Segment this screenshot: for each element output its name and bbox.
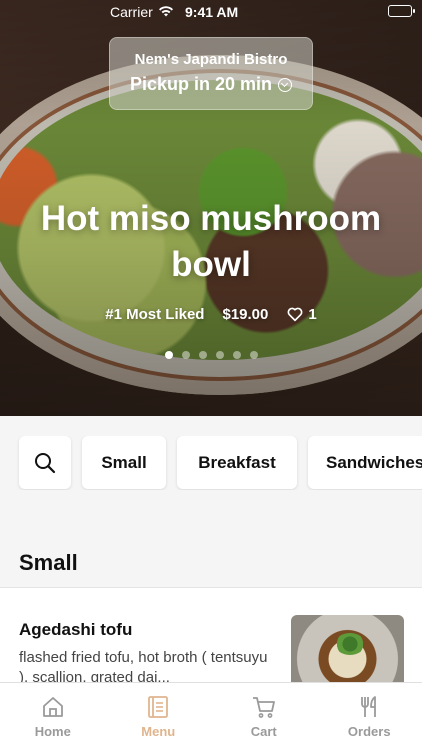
- tab-label-menu: Menu: [141, 724, 176, 739]
- featured-item-title: Hot miso mushroom bowl: [40, 199, 382, 284]
- tab-orders[interactable]: Orders: [317, 683, 422, 750]
- menu-item-card[interactable]: Agedashi tofu flashed fried tofu, hot br…: [0, 587, 422, 695]
- category-chip-small[interactable]: Small: [82, 436, 166, 489]
- section-title: Small: [19, 550, 78, 575]
- hero-banner[interactable]: Carrier 9:41 AM Nem's Japandi Bistro Pic…: [0, 0, 422, 416]
- carousel-dot[interactable]: [198, 351, 207, 359]
- heart-icon: [287, 307, 303, 322]
- tab-bar: Home Menu Cart Orders: [0, 682, 422, 750]
- tab-label-orders: Orders: [347, 724, 391, 739]
- carousel-dot[interactable]: [232, 351, 241, 359]
- carousel-dot[interactable]: [181, 351, 190, 359]
- likes-number: 1: [308, 305, 317, 323]
- category-bar: Small Breakfast Sandwiches: [0, 436, 422, 490]
- cart-icon: [252, 697, 275, 718]
- tab-cart[interactable]: Cart: [211, 683, 317, 750]
- tab-label-cart: Cart: [250, 724, 277, 739]
- featured-item-meta: #1 Most Liked $19.00 1: [0, 305, 422, 323]
- price-label: $19.00: [222, 305, 269, 323]
- fork-knife-icon: [361, 696, 377, 717]
- wifi-icon: [158, 4, 174, 18]
- tab-label-home: Home: [34, 724, 71, 739]
- home-icon: [42, 697, 63, 717]
- carousel-dot[interactable]: [164, 351, 173, 359]
- menu-item-name: Agedashi tofu: [19, 620, 133, 639]
- clock-time: 9:41 AM: [185, 4, 239, 20]
- search-button[interactable]: [19, 436, 71, 489]
- tab-home[interactable]: Home: [0, 683, 106, 750]
- search-icon: [35, 452, 56, 473]
- store-name: Nem's Japandi Bistro: [134, 51, 288, 68]
- carousel-indicator: [0, 351, 422, 359]
- carrier-label: Carrier: [110, 4, 153, 20]
- category-chip-sandwiches[interactable]: Sandwiches: [308, 436, 422, 489]
- pickup-time: Pickup in 20 min: [129, 74, 293, 95]
- battery-icon: [388, 5, 415, 17]
- tab-menu[interactable]: Menu: [106, 683, 212, 750]
- carousel-dot[interactable]: [249, 351, 258, 359]
- rank-label: #1 Most Liked: [105, 305, 205, 323]
- chevron-down-circle-icon: [278, 77, 293, 92]
- carousel-dot[interactable]: [215, 351, 224, 359]
- store-selector[interactable]: Nem's Japandi Bistro Pickup in 20 min: [109, 37, 313, 110]
- likes-count[interactable]: 1: [286, 305, 317, 323]
- category-chip-breakfast[interactable]: Breakfast: [177, 436, 297, 489]
- status-bar: Carrier 9:41 AM: [0, 0, 422, 24]
- pickup-label: Pickup in 20 min: [129, 74, 273, 94]
- menu-book-icon: [148, 696, 169, 718]
